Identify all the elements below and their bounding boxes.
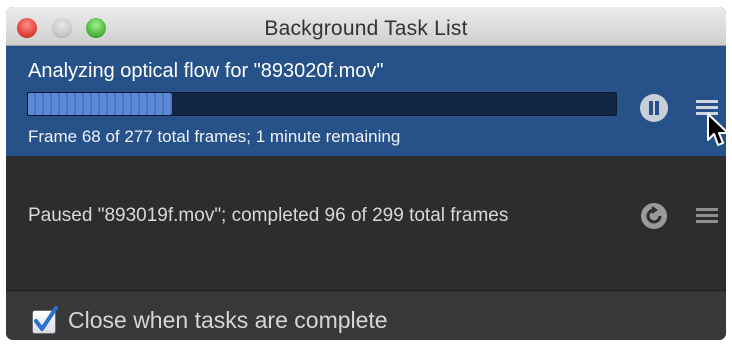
title-bar[interactable]: Background Task List xyxy=(6,7,726,46)
menu-icon[interactable] xyxy=(696,208,718,224)
footer-bar: Close when tasks are complete xyxy=(6,290,726,340)
mouse-pointer-icon xyxy=(707,113,726,146)
task-row-selected[interactable]: Analyzing optical flow for "893020f.mov"… xyxy=(6,46,726,156)
task-title: Paused "893019f.mov"; completed 96 of 29… xyxy=(28,205,509,226)
progress-bar xyxy=(27,92,617,116)
task-status: Frame 68 of 277 total frames; 1 minute r… xyxy=(28,127,401,146)
pause-icon[interactable] xyxy=(640,94,668,122)
window-title: Background Task List xyxy=(264,17,468,40)
close-when-complete-label[interactable]: Close when tasks are complete xyxy=(68,307,388,334)
task-row[interactable]: Paused "893019f.mov"; completed 96 of 29… xyxy=(6,156,726,290)
progress-bar-fill xyxy=(28,93,173,115)
background-task-list-window: Background Task List Analyzing optical f… xyxy=(6,7,726,340)
task-title: Analyzing optical flow for "893020f.mov" xyxy=(28,60,384,82)
checkmark-icon xyxy=(34,306,58,331)
close-when-complete-checkbox[interactable] xyxy=(32,306,58,334)
resume-icon[interactable] xyxy=(640,202,668,230)
